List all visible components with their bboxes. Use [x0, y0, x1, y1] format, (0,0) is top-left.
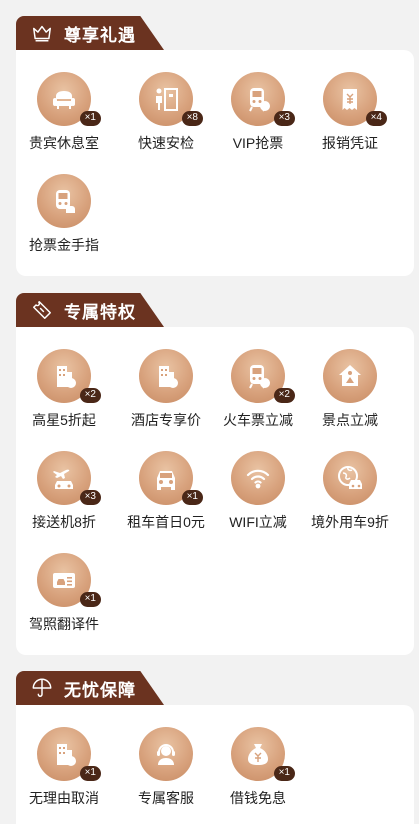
item-interest-free[interactable]: ×1 借钱免息 [212, 727, 304, 817]
quota-badge: ×2 [79, 388, 101, 403]
item-airport-transfer[interactable]: ×3 接送机8折 [18, 451, 110, 541]
item-golden-finger[interactable]: 抢票金手指 [18, 174, 110, 264]
item-label: 境外用车9折 [311, 514, 389, 530]
item-vip-ticket[interactable]: ×3 VIP抢票 [212, 72, 304, 162]
item-label: 报销凭证 [322, 135, 378, 151]
train-ticket-icon: ×3 [231, 72, 295, 126]
item-lounge[interactable]: ×1 贵宾休息室 [18, 72, 110, 162]
item-customer-service[interactable]: 专属客服 [120, 727, 212, 817]
item-label: 驾照翻译件 [29, 616, 99, 632]
item-receipt[interactable]: ×4 报销凭证 [304, 72, 396, 162]
item-attraction-discount[interactable]: 景点立减 [304, 349, 396, 439]
crown-icon [30, 21, 54, 45]
money-bag-icon: ×1 [231, 727, 295, 781]
item-free-cancel[interactable]: ×1 无理由取消 [18, 727, 110, 817]
item-label: 贵宾休息室 [29, 135, 99, 151]
wifi-icon [231, 451, 285, 505]
train-discount-icon: ×2 [231, 349, 295, 403]
section-title: 专属特权 [64, 302, 136, 322]
section-card: ×1 贵宾休息室 ×8 快速安检 ×3 VIP抢票 ×4 报销凭证 抢票金手指 [16, 50, 414, 276]
item-label: 酒店专享价 [131, 412, 201, 428]
item-overseas-car[interactable]: 境外用车9折 [304, 451, 396, 541]
section-exclusive-privileges: 专属特权 ×2 高星5折起 酒店专享价 ×2 火车票立减 景点立减 ×3 接送机… [16, 293, 414, 655]
train-hand-icon [37, 174, 91, 228]
item-label: 无理由取消 [29, 790, 99, 806]
section-title: 无忧保障 [64, 680, 136, 700]
quota-badge: ×3 [273, 111, 295, 126]
item-hotel-discount[interactable]: ×2 高星5折起 [18, 349, 110, 439]
quota-badge: ×2 [273, 388, 295, 403]
car-rental-icon: ×1 [139, 451, 203, 505]
quota-badge: ×8 [181, 111, 203, 126]
license-icon: ×1 [37, 553, 101, 607]
section-worry-free: 无忧保障 ×1 无理由取消 专属客服 ×1 借钱免息 [16, 671, 414, 824]
quota-badge: ×1 [79, 592, 101, 607]
section-card: ×2 高星5折起 酒店专享价 ×2 火车票立减 景点立减 ×3 接送机8折 ×1… [16, 327, 414, 655]
quota-badge: ×1 [79, 111, 101, 126]
item-label: 专属客服 [138, 790, 194, 806]
overseas-car-icon [323, 451, 377, 505]
quota-badge: ×1 [181, 490, 203, 505]
item-car-rental[interactable]: ×1 租车首日0元 [120, 451, 212, 541]
hotel-star-icon: ×2 [37, 349, 101, 403]
cancel-building-icon: ×1 [37, 727, 101, 781]
ticket-icon [30, 298, 54, 322]
item-label: 租车首日0元 [127, 514, 205, 530]
section-tab: 尊享礼遇 [16, 16, 164, 50]
attraction-icon [323, 349, 377, 403]
hotel-price-icon [139, 349, 193, 403]
item-label: 高星5折起 [32, 412, 96, 428]
item-label: 火车票立减 [223, 412, 293, 428]
quota-badge: ×3 [79, 490, 101, 505]
section-title: 尊享礼遇 [64, 25, 136, 45]
quota-badge: ×1 [79, 766, 101, 781]
airport-transfer-icon: ×3 [37, 451, 101, 505]
item-train-discount[interactable]: ×2 火车票立减 [212, 349, 304, 439]
item-label: 快速安检 [138, 135, 194, 151]
section-tab: 专属特权 [16, 293, 164, 327]
item-label: WIFI立减 [229, 514, 287, 530]
item-wifi-discount[interactable]: WIFI立减 [212, 451, 304, 541]
section-tab: 无忧保障 [16, 671, 164, 705]
item-label: 借钱免息 [230, 790, 286, 806]
quota-badge: ×1 [273, 766, 295, 781]
item-hotel-price[interactable]: 酒店专享价 [120, 349, 212, 439]
item-license-translation[interactable]: ×1 驾照翻译件 [18, 553, 110, 643]
security-gate-icon: ×8 [139, 72, 203, 126]
item-label: 接送机8折 [32, 514, 96, 530]
item-label: 抢票金手指 [29, 237, 99, 253]
item-label: VIP抢票 [232, 135, 284, 151]
item-label: 景点立减 [322, 412, 378, 428]
item-fast-security[interactable]: ×8 快速安检 [120, 72, 212, 162]
section-card: ×1 无理由取消 专属客服 ×1 借钱免息 [16, 705, 414, 824]
sofa-icon: ×1 [37, 72, 101, 126]
umbrella-icon [30, 676, 54, 700]
customer-service-icon [139, 727, 193, 781]
receipt-icon: ×4 [323, 72, 387, 126]
section-vip-perks: 尊享礼遇 ×1 贵宾休息室 ×8 快速安检 ×3 VIP抢票 ×4 报销凭证 抢… [16, 16, 414, 276]
quota-badge: ×4 [365, 111, 387, 126]
